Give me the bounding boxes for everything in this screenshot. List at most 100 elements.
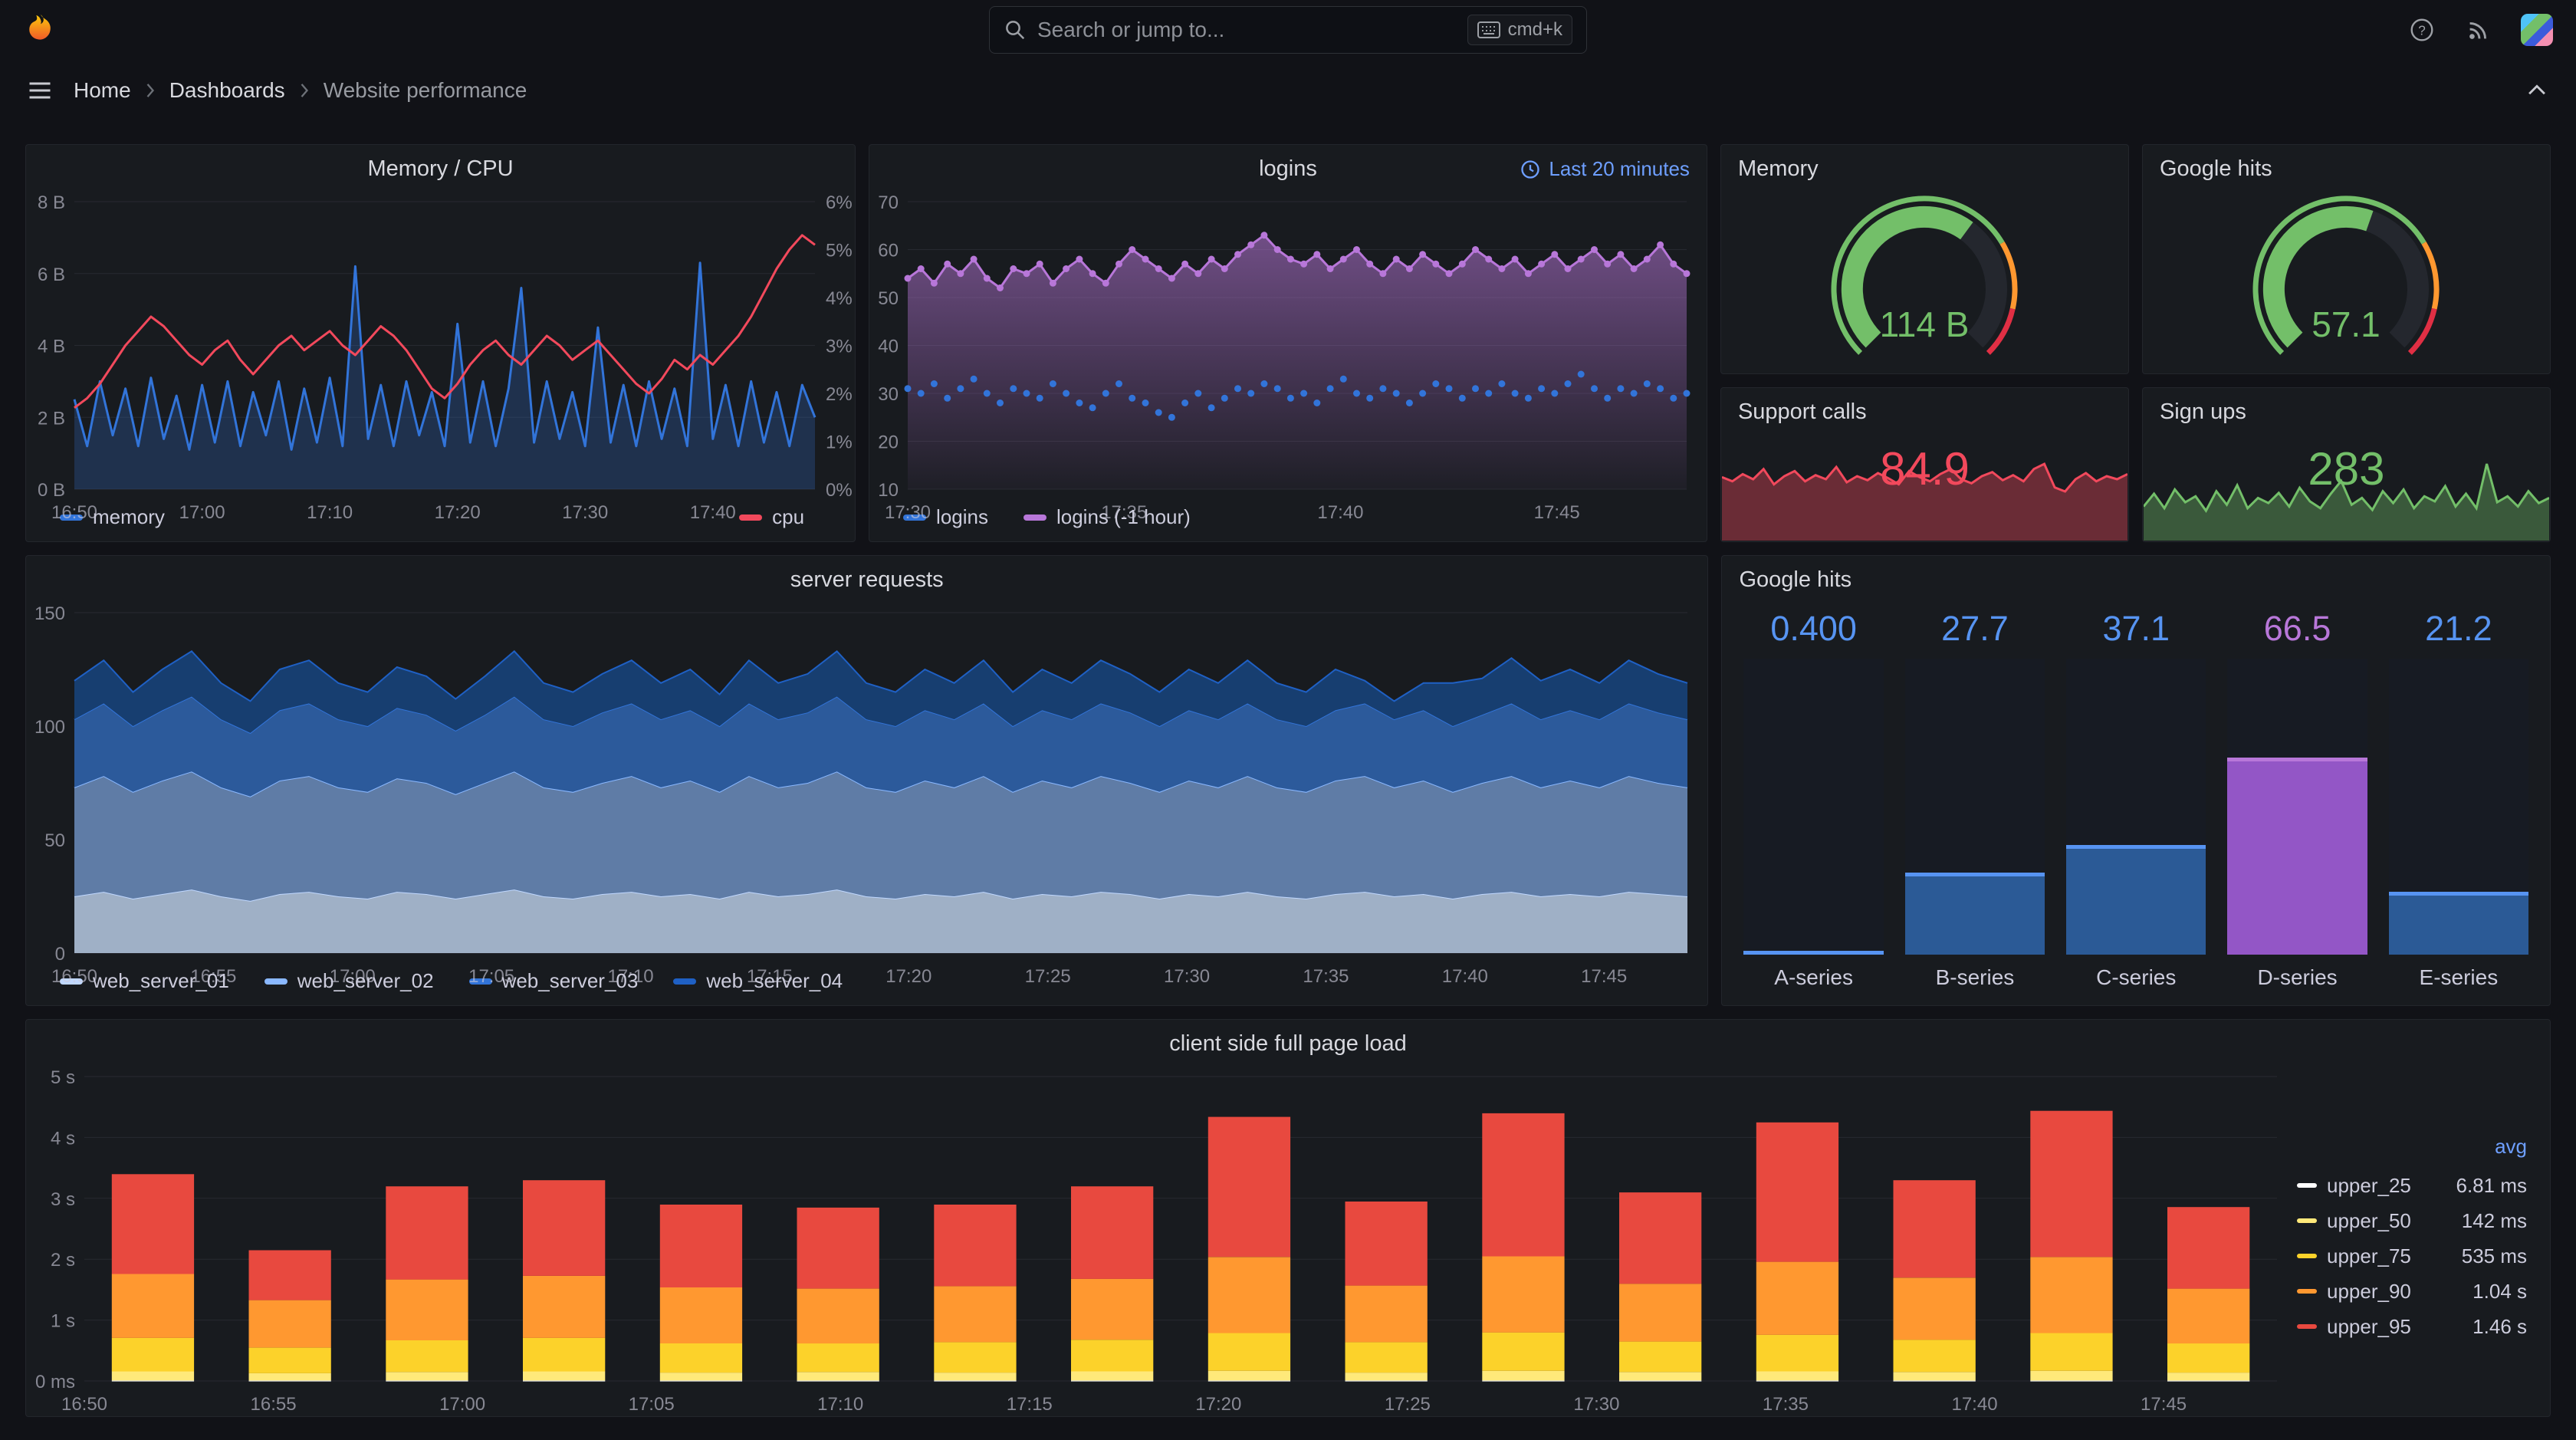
time-range-label: Last 20 minutes xyxy=(1549,157,1690,180)
google-hits-gauge: 57.1 xyxy=(2143,188,2550,373)
svg-text:17:45: 17:45 xyxy=(1534,502,1580,523)
legend-row[interactable]: upper_90 1.04 s xyxy=(2297,1274,2527,1309)
panel-title[interactable]: Google hits xyxy=(2143,145,2550,188)
bar-gauge-column[interactable]: 37.1 C-series xyxy=(2066,605,2206,993)
svg-text:1 s: 1 s xyxy=(51,1311,75,1332)
chevron-up-icon[interactable] xyxy=(2524,77,2550,104)
rss-icon[interactable] xyxy=(2464,15,2493,44)
legend-avg-value: 6.81 ms xyxy=(2456,1173,2528,1197)
chart-legend-table: avg upper_25 6.81 ms upper_50 142 ms upper_75… xyxy=(2297,1063,2550,1416)
legend-row[interactable]: upper_75 535 ms xyxy=(2297,1238,2527,1274)
client-page-load-chart[interactable]: 0 ms 1 s 2 s 3 s 4 s 5 s 16:50 16:55 17:00 17:05 1… xyxy=(26,1063,2297,1416)
user-avatar[interactable] xyxy=(2521,14,2553,46)
bar-gauge-column[interactable]: 21.2 E-series xyxy=(2388,605,2529,993)
svg-text:17:00: 17:00 xyxy=(439,1394,485,1415)
nav-actions: ? xyxy=(2407,14,2553,46)
bar-gauge-track xyxy=(1904,659,2045,955)
stat-value: 283 xyxy=(2308,443,2385,495)
grafana-app: cmd+k ? Home Dashboards Websi xyxy=(0,0,2576,1440)
svg-text:17:30: 17:30 xyxy=(885,502,931,523)
legend-row[interactable]: upper_95 1.46 s xyxy=(2297,1309,2527,1344)
chevron-right-icon xyxy=(146,84,154,97)
panel-client-page-load: client side full page load 0 ms 1 s 2 s 3 s… xyxy=(25,1019,2551,1417)
search-bar[interactable]: cmd+k xyxy=(989,6,1587,54)
keyboard-icon xyxy=(1477,21,1500,38)
chevron-right-icon xyxy=(301,84,308,97)
svg-text:17:15: 17:15 xyxy=(747,966,793,987)
legend-row[interactable]: upper_25 6.81 ms xyxy=(2297,1168,2527,1203)
bar-gauge-column[interactable]: 0.400 A-series xyxy=(1743,605,1884,993)
panel-memory-gauge: Memory 114 B xyxy=(1720,144,2129,374)
bar-gauge-label: D-series xyxy=(2257,965,2338,989)
bar-gauge-fill xyxy=(2388,892,2529,955)
shortcut-chip: cmd+k xyxy=(1467,15,1572,45)
menu-icon[interactable] xyxy=(26,77,54,104)
svg-text:0 ms: 0 ms xyxy=(35,1372,75,1392)
panel-header: logins Last 20 minutes xyxy=(869,145,1707,188)
breadcrumb-home[interactable]: Home xyxy=(74,78,131,103)
panel-sign-ups: Sign ups 283 xyxy=(2141,387,2551,542)
svg-text:17:15: 17:15 xyxy=(1007,1394,1053,1415)
legend-avg-value: 535 ms xyxy=(2461,1244,2527,1267)
breadcrumb-dashboards[interactable]: Dashboards xyxy=(169,78,285,103)
help-icon[interactable]: ? xyxy=(2407,15,2436,44)
panel-title[interactable]: Google hits xyxy=(1722,556,2550,599)
legend-swatch xyxy=(2297,1254,2317,1258)
legend-row[interactable]: upper_50 142 ms xyxy=(2297,1203,2527,1238)
legend-swatch xyxy=(2297,1218,2317,1223)
bar-gauge-fill xyxy=(2066,844,2206,955)
breadcrumb-current: Website performance xyxy=(323,78,527,102)
svg-text:100: 100 xyxy=(34,717,65,738)
svg-text:17:40: 17:40 xyxy=(1951,1394,1997,1415)
svg-text:17:35: 17:35 xyxy=(1101,502,1147,523)
svg-text:17:20: 17:20 xyxy=(1195,1394,1241,1415)
panel-title[interactable]: server requests xyxy=(26,556,1707,599)
svg-text:0 B: 0 B xyxy=(38,480,65,501)
svg-text:17:30: 17:30 xyxy=(1164,966,1210,987)
svg-text:1%: 1% xyxy=(826,432,853,453)
bar-gauge-track xyxy=(2388,659,2529,955)
bar-gauge-column[interactable]: 27.7 B-series xyxy=(1904,605,2045,993)
stat-value: 84.9 xyxy=(1880,443,1970,495)
panel-title[interactable]: Memory / CPU xyxy=(26,145,855,188)
legend-swatch xyxy=(2297,1183,2317,1188)
legend-label: upper_90 xyxy=(2327,1279,2411,1303)
svg-text:57.1: 57.1 xyxy=(2312,304,2381,344)
svg-text:17:10: 17:10 xyxy=(607,966,653,987)
legend-swatch xyxy=(2297,1324,2317,1329)
bar-gauge-label: E-series xyxy=(2419,965,2499,989)
svg-text:70: 70 xyxy=(878,192,899,213)
panel-title[interactable]: Support calls xyxy=(1721,388,2128,431)
panel-title[interactable]: client side full page load xyxy=(26,1020,2550,1063)
svg-text:4 B: 4 B xyxy=(38,337,65,357)
grafana-logo-icon[interactable] xyxy=(23,12,58,48)
bar-gauge-column[interactable]: 66.5 D-series xyxy=(2227,605,2367,993)
svg-text:17:20: 17:20 xyxy=(435,502,481,523)
svg-text:17:00: 17:00 xyxy=(330,966,376,987)
svg-text:8 B: 8 B xyxy=(38,192,65,213)
small-panels-grid: Memory 114 B Google hits 57.1 Support ca… xyxy=(1720,144,2551,542)
bar-gauge-track xyxy=(1743,659,1884,955)
bar-gauge-fill xyxy=(1904,873,2045,955)
bar-gauge-value: 27.7 xyxy=(1941,609,2009,648)
memory-cpu-chart[interactable]: 0 B 2 B 4 B 6 B 8 B 0% 1% 2% 3% 4% 5% 6% 16:50 17:00 1… xyxy=(26,188,855,523)
legend-avg-value: 142 ms xyxy=(2461,1208,2527,1232)
legend-avg-header: avg xyxy=(2495,1135,2527,1158)
svg-text:16:50: 16:50 xyxy=(51,502,97,523)
svg-text:16:55: 16:55 xyxy=(251,1394,297,1415)
logins-chart[interactable]: 10 20 30 40 50 60 70 17:30 17:35 17:40 17:45 xyxy=(869,188,1707,523)
svg-text:16:50: 16:50 xyxy=(61,1394,107,1415)
svg-text:17:40: 17:40 xyxy=(690,502,736,523)
search-input[interactable] xyxy=(1037,18,1457,42)
legend-label: upper_75 xyxy=(2327,1244,2411,1267)
svg-text:17:30: 17:30 xyxy=(1573,1394,1619,1415)
panel-title[interactable]: Sign ups xyxy=(2143,388,2550,431)
svg-text:50: 50 xyxy=(44,830,65,851)
panel-title[interactable]: Memory xyxy=(1721,145,2128,188)
time-range-link[interactable]: Last 20 minutes xyxy=(1520,157,1690,181)
svg-text:6%: 6% xyxy=(826,192,853,213)
panel-google-hits-bars: Google hits 0.400 A-series 27.7 B-series 37.… xyxy=(1721,555,2551,1006)
server-requests-chart[interactable]: 0 50 100 150 16:50 16:55 17:00 17:05 17:10 17:15 1… xyxy=(26,599,1707,987)
panel-body: 0 ms 1 s 2 s 3 s 4 s 5 s 16:50 16:55 17:00 17:05 1… xyxy=(26,1063,2550,1416)
svg-text:17:05: 17:05 xyxy=(629,1394,675,1415)
